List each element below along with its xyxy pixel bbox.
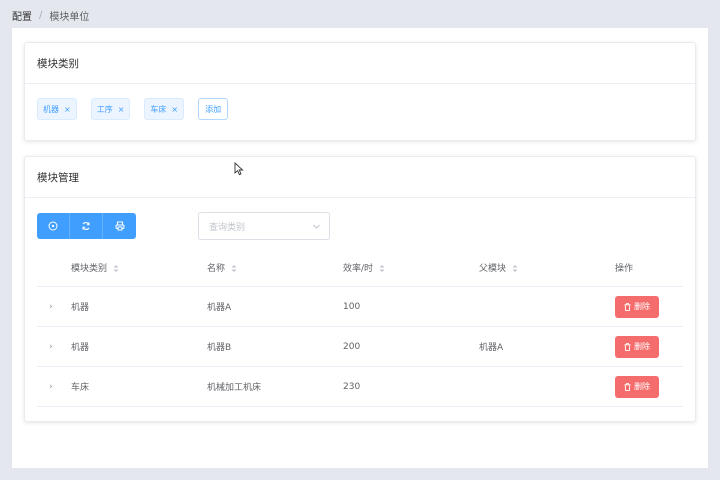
chevron-down-icon: [313, 224, 320, 229]
category-card-title: 模块类别: [25, 43, 695, 84]
cell-efficiency: 100: [343, 301, 361, 312]
breadcrumb: 配置 / 模块单位: [12, 8, 89, 23]
category-tags: 机器 × 工序 × 车床 × 添加: [37, 98, 229, 120]
column-header[interactable]: 名称: [207, 261, 343, 274]
column-header[interactable]: 父模块: [479, 261, 615, 274]
close-icon[interactable]: ×: [64, 105, 71, 114]
cell-parent: 机器A: [479, 343, 504, 353]
sort-icon[interactable]: [231, 264, 237, 273]
breadcrumb-current: 模块单位: [49, 12, 90, 23]
chevron-right-icon[interactable]: ›: [37, 382, 71, 392]
cell-efficiency: 230: [343, 381, 361, 392]
trash-icon: [624, 342, 631, 351]
close-icon[interactable]: ×: [171, 105, 178, 114]
delete-button[interactable]: 删除: [615, 335, 659, 358]
delete-button[interactable]: 删除: [615, 295, 659, 318]
module-manage-card: 模块管理 查询类别 模块类别 名称 效率/时 父模块 操作 › 机器 机器A 1…: [24, 156, 696, 422]
delete-button[interactable]: 删除: [615, 375, 659, 398]
print-icon: [115, 221, 124, 231]
column-header[interactable]: 模块类别: [71, 261, 207, 274]
delete-label: 删除: [634, 342, 650, 351]
add-icon: [48, 221, 58, 231]
module-manage-title: 模块管理: [25, 157, 695, 198]
category-search-select[interactable]: 查询类别: [198, 212, 330, 240]
category-card: 模块类别 机器 × 工序 × 车床 × 添加: [24, 42, 696, 141]
table-header: 模块类别 名称 效率/时 父模块 操作: [37, 249, 683, 287]
column-header: 操作: [615, 264, 634, 274]
module-table: 模块类别 名称 效率/时 父模块 操作 › 机器 机器A 100 删除 › 机器…: [37, 249, 683, 407]
sort-icon[interactable]: [379, 264, 385, 273]
refresh-button[interactable]: [70, 213, 103, 239]
delete-label: 删除: [634, 382, 650, 391]
chevron-right-icon[interactable]: ›: [37, 342, 71, 352]
sort-icon[interactable]: [512, 264, 518, 273]
cell-name: 机器A: [207, 303, 232, 313]
category-tag[interactable]: 车床 ×: [144, 98, 185, 120]
cell-category: 机器: [71, 303, 90, 313]
breadcrumb-root[interactable]: 配置: [12, 8, 32, 23]
category-tag[interactable]: 工序 ×: [90, 98, 131, 120]
add-button[interactable]: [37, 213, 70, 239]
table-row[interactable]: › 车床 机械加工机床 230 删除: [37, 367, 683, 407]
category-tag[interactable]: 机器 ×: [37, 98, 77, 120]
breadcrumb-separator: /: [39, 10, 43, 21]
column-header[interactable]: 效率/时: [343, 261, 479, 274]
cell-efficiency: 200: [343, 341, 361, 352]
tag-label: 机器: [43, 104, 59, 114]
cell-category: 机器: [71, 343, 90, 353]
main-content: 模块类别 机器 × 工序 × 车床 × 添加 模块管理 查询类别 模块类别 名称…: [12, 28, 708, 468]
sort-icon[interactable]: [113, 264, 119, 273]
table-row[interactable]: › 机器 机器A 100 删除: [37, 287, 683, 327]
select-placeholder: 查询类别: [209, 222, 246, 233]
trash-icon: [624, 382, 631, 391]
tag-label: 工序: [96, 104, 113, 114]
cell-category: 车床: [71, 383, 90, 393]
refresh-icon: [82, 222, 90, 230]
print-button[interactable]: [103, 213, 136, 239]
chevron-right-icon[interactable]: ›: [37, 302, 71, 312]
mouse-cursor-icon: [234, 162, 244, 176]
cell-name: 机器B: [207, 343, 232, 353]
close-icon[interactable]: ×: [118, 105, 125, 114]
add-category-button[interactable]: 添加: [198, 98, 229, 120]
tag-label: 车床: [150, 104, 167, 114]
trash-icon: [624, 302, 631, 311]
cell-name: 机械加工机床: [207, 383, 262, 393]
toolbar-button-group: [37, 213, 136, 239]
table-row[interactable]: › 机器 机器B 200 机器A 删除: [37, 327, 683, 367]
delete-label: 删除: [634, 302, 650, 311]
